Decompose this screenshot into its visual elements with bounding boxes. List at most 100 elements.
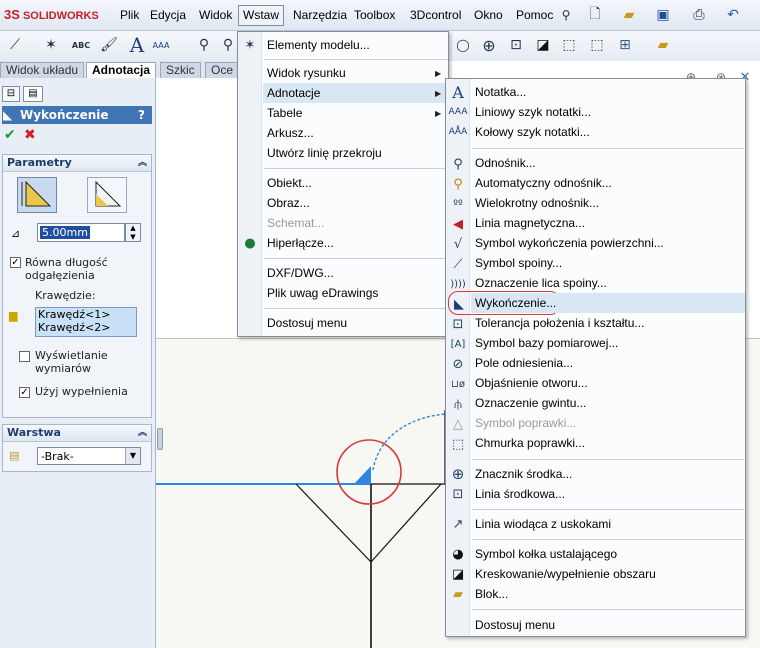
layer-icon: ▤ bbox=[9, 449, 20, 462]
menu-okno[interactable]: Okno bbox=[469, 5, 508, 26]
note-icon[interactable]: A bbox=[126, 33, 148, 57]
menu-item-blok[interactable]: Blok... bbox=[475, 584, 508, 604]
menu-item-linia-wiodaca-z-uskokami[interactable]: Linia wiodąca z uskokami bbox=[475, 514, 611, 534]
revision-cloud-icon[interactable]: ⬚ bbox=[586, 34, 608, 56]
menu-item-oznaczenie-gwintu[interactable]: Oznaczenie gwintu... bbox=[475, 393, 586, 413]
menu-item-obiekt[interactable]: Obiekt... bbox=[267, 173, 447, 193]
tab-szkic[interactable]: Szkic bbox=[160, 62, 201, 78]
menu-item-pole-odniesienia[interactable]: Pole odniesienia... bbox=[475, 353, 573, 373]
menu-item-kolowy-szyk-notatki[interactable]: Kołowy szyk notatki... bbox=[475, 122, 590, 142]
menu-item-wielokrotny-odnosnik[interactable]: Wielokrotny odnośnik... bbox=[475, 193, 599, 213]
print-icon[interactable]: ⎙ bbox=[688, 4, 710, 26]
solidworks-logo: 3S SOLIDWORKS bbox=[4, 7, 99, 22]
menu-item-linia-magnetyczna[interactable]: Linia magnetyczna... bbox=[475, 213, 585, 233]
hole-table-icon[interactable]: ▰ bbox=[652, 34, 674, 56]
menu-item-linia-srodkowa[interactable]: Linia środkowa... bbox=[475, 484, 565, 504]
help-button[interactable]: ? bbox=[138, 106, 145, 124]
equal-length-checkbox[interactable]: ✓ bbox=[10, 257, 21, 268]
center-mark-icon[interactable]: ◯ bbox=[452, 34, 474, 56]
tab-ocena[interactable]: Oce bbox=[205, 62, 240, 78]
menu-toolbox[interactable]: Toolbox bbox=[349, 5, 400, 26]
menu-item-tabele[interactable]: Tabele bbox=[267, 103, 447, 123]
edges-selection-list[interactable]: Krawędź<1> Krawędź<2> bbox=[35, 307, 137, 337]
warstwa-header[interactable]: Warstwa ︽ bbox=[3, 425, 151, 442]
weld-symbol-icon: ⟋ bbox=[453, 256, 463, 272]
pin-icon[interactable]: ⚲ bbox=[555, 4, 577, 26]
finish-type-1-button[interactable] bbox=[17, 177, 57, 213]
menu-item-tolerancja-polozenia[interactable]: Tolerancja położenia i kształtu... bbox=[475, 313, 644, 333]
model-items-icon[interactable]: ✶ bbox=[40, 34, 62, 56]
finish-type-2-button[interactable] bbox=[87, 177, 127, 213]
layer-select[interactable]: -Brak- ▼ bbox=[37, 447, 141, 465]
menu-plik[interactable]: Plik bbox=[115, 5, 144, 26]
menu-narzedzia[interactable]: Narzędzia bbox=[288, 5, 352, 26]
menu-item-plik-uwag-edrawings[interactable]: Plik uwag eDrawings bbox=[267, 283, 447, 303]
tab-adnotacja[interactable]: Adnotacja bbox=[86, 62, 157, 79]
menu-item-notatka[interactable]: Notatka... bbox=[475, 82, 526, 102]
collapse-icon: ︽ bbox=[137, 158, 147, 168]
linear-note-pattern-icon[interactable]: AAA bbox=[150, 34, 172, 56]
menu-item-symbol-kolka-ustalajacego[interactable]: Symbol kołka ustalającego bbox=[475, 544, 617, 564]
menu-item-znacznik-srodka[interactable]: Znacznik środka... bbox=[475, 464, 572, 484]
centerline-icon: ⊡ bbox=[452, 486, 464, 502]
stacked-balloon-icon: ºº bbox=[453, 198, 463, 210]
menu-bar: 3S SOLIDWORKS Plik Edycja Widok Wstaw Na… bbox=[0, 0, 760, 31]
menu-item-widok-rysunku[interactable]: Widok rysunku bbox=[267, 63, 447, 83]
size-input[interactable]: 5.00mm bbox=[37, 223, 125, 242]
menu-item-dostosuj-menu[interactable]: Dostosuj menu bbox=[475, 615, 555, 635]
menu-item-wykonczenie[interactable]: Wykończenie... bbox=[471, 293, 745, 313]
finish-symbol-icon: ◣ bbox=[3, 108, 13, 122]
menu-pomoc[interactable]: Pomoc bbox=[511, 5, 558, 26]
spell-check-icon[interactable]: ABC bbox=[70, 34, 92, 56]
balloon-icon[interactable]: ⚲ bbox=[193, 34, 215, 56]
cancel-x-icon[interactable]: ✖ bbox=[24, 127, 36, 143]
menu-item-oznaczenie-lica-spoiny[interactable]: Oznaczenie lica spoiny... bbox=[475, 273, 607, 293]
crosshair-icon[interactable]: ⊕ bbox=[478, 34, 500, 56]
panel-collapse-handle[interactable] bbox=[157, 428, 163, 450]
menu-widok[interactable]: Widok bbox=[194, 5, 237, 26]
auto-balloon-icon[interactable]: ⚲ bbox=[217, 34, 239, 56]
ok-checkmark-icon[interactable]: ✔ bbox=[4, 127, 16, 143]
open-folder-icon[interactable]: ▰ bbox=[618, 4, 640, 26]
save-icon[interactable]: ▣ bbox=[652, 4, 674, 26]
show-dimensions-checkbox[interactable] bbox=[19, 351, 30, 362]
menu-item-kreskowanie[interactable]: Kreskowanie/wypełnienie obszaru bbox=[475, 564, 656, 584]
menu-item-automatyczny-odnosnik[interactable]: Automatyczny odnośnik... bbox=[475, 173, 612, 193]
format-painter-icon[interactable]: 🖌 bbox=[98, 34, 120, 56]
feature-tree-tab-icon[interactable]: ⊟ bbox=[2, 86, 20, 102]
menu-item-liniowy-szyk-notatki[interactable]: Liniowy szyk notatki... bbox=[475, 102, 591, 122]
hatch-icon[interactable]: ◪ bbox=[532, 34, 554, 56]
menu-item-symbol-bazy-pomiarowej[interactable]: Symbol bazy pomiarowej... bbox=[475, 333, 618, 353]
property-manager-tab-icon[interactable]: ▤ bbox=[23, 86, 43, 102]
menu-item-chmurka-poprawki[interactable]: Chmurka poprawki... bbox=[475, 433, 585, 453]
menu-item-dostosuj-menu[interactable]: Dostosuj menu bbox=[267, 313, 447, 333]
edge-item[interactable]: Krawędź<2> bbox=[36, 321, 136, 334]
menu-item-hiperlacze[interactable]: Hiperłącze... bbox=[267, 233, 447, 253]
tab-widok-ukladu[interactable]: Widok układu bbox=[0, 62, 85, 78]
menu-item-elementy-modelu[interactable]: Elementy modelu... bbox=[267, 35, 447, 55]
menu-item-adnotacje[interactable]: Adnotacje bbox=[263, 83, 448, 103]
menu-item-objasnienie-otworu[interactable]: Objaśnienie otworu... bbox=[475, 373, 588, 393]
menu-item-odnosnik[interactable]: Odnośnik... bbox=[475, 153, 536, 173]
menu-item-arkusz[interactable]: Arkusz... bbox=[267, 123, 447, 143]
menu-item-dxf-dwg[interactable]: DXF/DWG... bbox=[267, 263, 447, 283]
center-line-icon[interactable]: ⊡ bbox=[505, 34, 527, 56]
edge-item[interactable]: Krawędź<1> bbox=[36, 308, 136, 321]
menu-wstaw[interactable]: Wstaw bbox=[238, 5, 284, 26]
size-spinner[interactable]: ▲ ▼ bbox=[125, 223, 141, 242]
menu-3dcontrol[interactable]: 3Dcontrol bbox=[405, 5, 466, 26]
magnetic-line-icon: ◀ bbox=[453, 216, 463, 232]
menu-item-symbol-spoiny[interactable]: Symbol spoiny... bbox=[475, 253, 562, 273]
block-icon[interactable]: ⬚ bbox=[558, 34, 580, 56]
new-document-icon[interactable]: 🗋 bbox=[584, 4, 606, 26]
smart-dimension-icon[interactable]: ⟋ bbox=[4, 34, 26, 56]
menu-edycja[interactable]: Edycja bbox=[145, 5, 191, 26]
menu-item-obraz[interactable]: Obraz... bbox=[267, 193, 447, 213]
parametry-header[interactable]: Parametry ︽ bbox=[3, 155, 151, 172]
cosmetic-finish-icon: ◣ bbox=[454, 296, 464, 312]
use-fill-checkbox[interactable]: ✓ bbox=[19, 387, 30, 398]
undo-icon[interactable]: ↶ bbox=[722, 4, 744, 26]
menu-item-utworz-linie-przekroju[interactable]: Utwórz linię przekroju bbox=[267, 143, 447, 163]
table-icon[interactable]: ⊞ bbox=[614, 34, 636, 56]
menu-item-symbol-wykonczenia-powierzchni[interactable]: Symbol wykończenia powierzchni... bbox=[475, 233, 664, 253]
